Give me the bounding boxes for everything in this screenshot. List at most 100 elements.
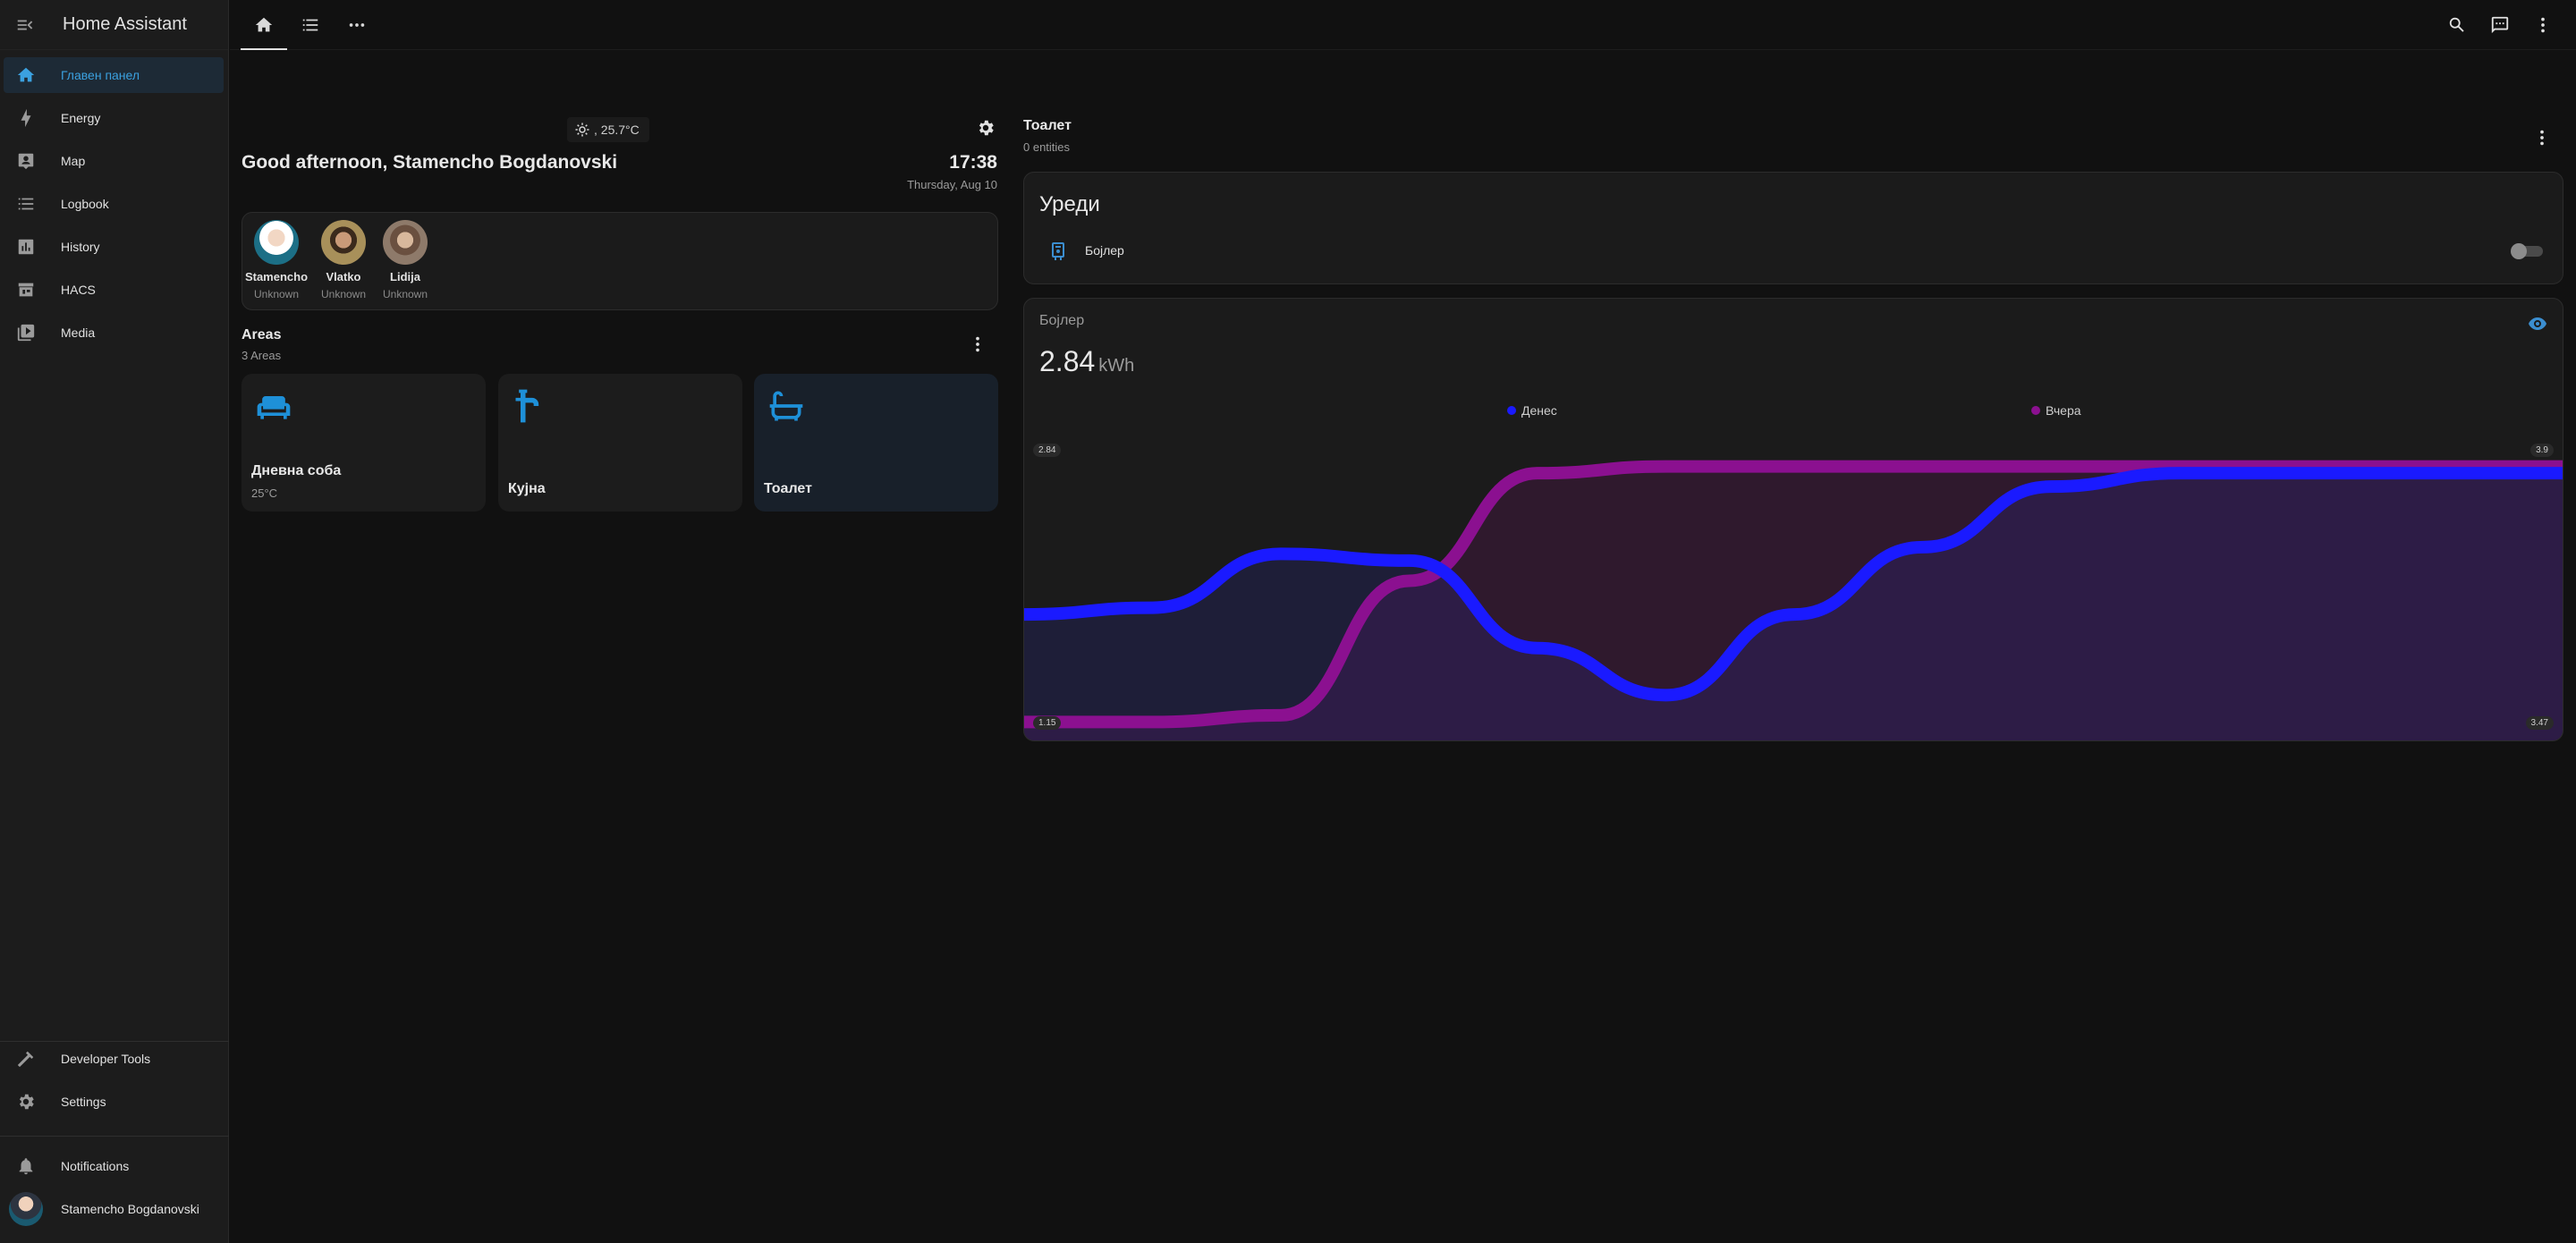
person-badge[interactable]: Vlatko Unknown	[311, 220, 376, 300]
avatar	[9, 1192, 43, 1226]
sidebar-item-label: History	[61, 240, 100, 254]
sidebar-item-notifications[interactable]: Notifications	[4, 1148, 224, 1184]
areas-title: Areas	[242, 327, 282, 342]
sidebar-item-map[interactable]: Map	[4, 143, 224, 179]
bell-icon	[0, 1156, 50, 1176]
search-icon	[2449, 17, 2464, 32]
user-avatar-wrap	[0, 1192, 50, 1226]
toggle-knob	[2511, 243, 2527, 259]
sidebar-item-settings[interactable]: Settings	[4, 1084, 224, 1120]
tab-home[interactable]	[241, 0, 287, 50]
person-badge[interactable]: Lidija Unknown	[373, 220, 437, 300]
legend-dot	[2031, 406, 2040, 415]
menu-toggle-icon[interactable]	[14, 14, 36, 36]
play-box-multiple-icon	[0, 323, 50, 342]
area-card-kitchen[interactable]: Кујна	[498, 374, 742, 512]
map-account-icon	[0, 151, 50, 171]
weather-temperature: , 25.7°C	[594, 123, 640, 137]
sidebar-item-user[interactable]: Stamencho Bogdanovski	[4, 1191, 224, 1227]
sidebar-item-logbook[interactable]: Logbook	[4, 186, 224, 222]
card-title: Уреди	[1039, 192, 1100, 216]
sidebar-item-label: Stamencho Bogdanovski	[61, 1202, 199, 1216]
cog-icon	[979, 120, 994, 136]
avatar	[321, 220, 366, 265]
devices-card: Уреди Бојлер	[1023, 172, 2563, 284]
search-button[interactable]	[2445, 13, 2470, 38]
sidebar-item-developer-tools[interactable]: Developer Tools	[4, 1041, 224, 1077]
sidebar-item-label: Energy	[61, 111, 101, 125]
sidebar-item-label: Media	[61, 326, 96, 340]
chart-value-badge: 3.9	[2530, 444, 2554, 457]
area-card-living-room[interactable]: Дневна соба 25°C	[242, 374, 486, 512]
legend-item-yesterday[interactable]: Вчера	[2031, 403, 2081, 418]
tab-more[interactable]	[334, 0, 380, 50]
sidebar-item-history[interactable]: History	[4, 229, 224, 265]
eye-icon[interactable]	[2527, 313, 2548, 334]
assist-chat-icon	[2491, 16, 2509, 34]
sidebar-header: Home Assistant	[0, 0, 228, 50]
overflow-menu-button[interactable]	[2530, 13, 2555, 38]
person-name: Stamencho	[244, 270, 309, 283]
entity-name[interactable]: Бојлер	[1085, 243, 1124, 258]
sidebar-divider	[0, 1136, 229, 1137]
sidebar-item-energy[interactable]: Energy	[4, 100, 224, 136]
format-list-bulleted-icon	[0, 194, 50, 214]
sofa-icon	[257, 396, 291, 419]
persons-card: Stamencho Unknown Vlatko Unknown Lidija …	[242, 212, 998, 310]
entity-toggle[interactable]	[2511, 243, 2545, 259]
legend-label: Вчера	[2046, 403, 2081, 418]
person-name: Vlatko	[326, 270, 361, 283]
top-bar	[230, 0, 2576, 50]
sidebar-item-label: Developer Tools	[61, 1052, 151, 1066]
room-menu-button[interactable]	[2531, 127, 2553, 148]
hammer-icon	[0, 1049, 50, 1069]
tab-list[interactable]	[287, 0, 334, 50]
sidebar-item-label: Settings	[61, 1095, 106, 1109]
app-title: Home Assistant	[63, 14, 187, 34]
chart-value-badge: 2.84	[1033, 444, 1062, 457]
weather-chip[interactable]: , 25.7°C	[567, 117, 649, 142]
sidebar-item-hacs[interactable]: HACS	[4, 272, 224, 308]
person-badge[interactable]: Stamencho Unknown	[244, 220, 309, 300]
more-vertical-icon	[2540, 130, 2544, 146]
area-name: Тоалет	[764, 481, 812, 496]
chart-value-badge: 3.47	[2525, 716, 2554, 730]
dashboard-settings-button[interactable]	[976, 118, 996, 138]
person-name: Lidija	[390, 270, 420, 283]
sidebar-item-media[interactable]: Media	[4, 315, 224, 351]
legend-label: Денес	[1521, 403, 1557, 418]
sidebar-item-label: Notifications	[61, 1159, 130, 1173]
home-icon	[255, 17, 273, 32]
areas-subtitle: 3 Areas	[242, 349, 282, 362]
home-dashboard-icon	[0, 65, 50, 85]
legend-dot	[1507, 406, 1516, 415]
clock-date: Thursday, Aug 10	[907, 178, 997, 191]
assist-button[interactable]	[2487, 13, 2512, 38]
bathtub-icon	[769, 391, 803, 421]
sidebar-item-label: Logbook	[61, 197, 109, 211]
room-subtitle: 0 entities	[1023, 140, 1071, 154]
area-name: Кујна	[508, 481, 546, 496]
energy-chart	[1024, 460, 2563, 740]
area-temperature: 25°C	[251, 486, 278, 500]
legend-item-today[interactable]: Денес	[1507, 403, 1557, 418]
sidebar-item-dashboard[interactable]: Главен панел	[4, 57, 224, 93]
chart-box-icon	[0, 237, 50, 257]
areas-menu-button[interactable]	[967, 334, 988, 355]
cog-icon	[0, 1092, 50, 1112]
sidebar-item-label: HACS	[61, 283, 96, 297]
sunny-icon	[575, 123, 589, 137]
area-name: Дневна соба	[251, 463, 342, 478]
hacs-store-icon	[0, 280, 50, 300]
chart-entity-name: Бојлер	[1039, 313, 1085, 328]
avatar	[254, 220, 299, 265]
person-state: Unknown	[382, 288, 428, 300]
chart-current-value: 2.84 kWh	[1039, 345, 1134, 378]
sidebar-item-label: Map	[61, 154, 86, 168]
sidebar-item-label: Главен панел	[61, 68, 140, 82]
room-title: Тоалет	[1023, 118, 1072, 133]
value-number: 2.84	[1039, 345, 1096, 377]
more-horizontal-icon	[349, 23, 365, 27]
list-icon	[302, 19, 318, 31]
area-card-toilet[interactable]: Тоалет	[754, 374, 998, 512]
